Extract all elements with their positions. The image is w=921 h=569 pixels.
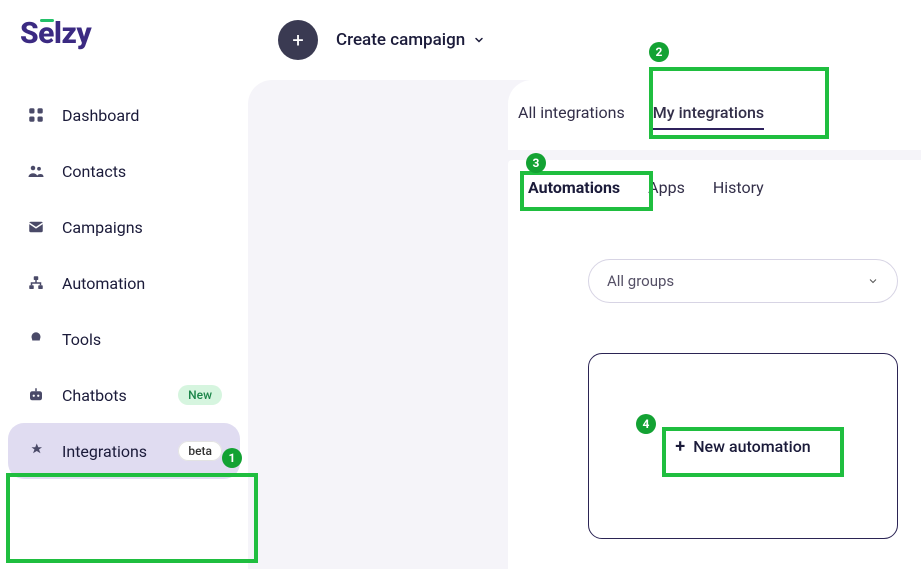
sub-tabs: Automations Apps History	[528, 178, 911, 197]
sub-tab-label: History	[713, 178, 764, 197]
sidebar-item-label: Chatbots	[62, 386, 127, 405]
sidebar-item-label: Automation	[62, 274, 145, 293]
sidebar-item-chatbots[interactable]: Chatbots New	[8, 367, 240, 423]
sidebar-item-contacts[interactable]: Contacts	[8, 143, 240, 199]
badge-beta: beta	[178, 441, 222, 461]
automation-card: + New automation	[588, 353, 898, 539]
sub-tab-history[interactable]: History	[713, 178, 764, 197]
sidebar-item-integrations[interactable]: Integrations beta	[8, 423, 240, 479]
sidebar-item-label: Campaigns	[62, 218, 143, 237]
new-automation-button[interactable]: + New automation	[675, 436, 810, 457]
campaigns-icon	[26, 217, 46, 237]
plus-icon: +	[675, 436, 685, 457]
tab-all-integrations[interactable]: All integrations	[518, 103, 625, 130]
sidebar: Selzy Dashboard Contacts Campaigns	[0, 0, 248, 569]
sidebar-item-tools[interactable]: Tools	[8, 311, 240, 367]
create-campaign-label: Create campaign	[336, 30, 465, 50]
chatbots-icon	[26, 385, 46, 405]
tabs-top: All integrations My integrations	[508, 80, 921, 150]
groups-select-label: All groups	[607, 272, 674, 290]
chevron-down-icon	[473, 34, 485, 46]
sidebar-item-label: Tools	[62, 330, 101, 349]
main-area: + Create campaign All integrations My in…	[248, 80, 921, 569]
new-automation-label: New automation	[693, 437, 810, 456]
panel: Automations Apps History All groups +	[508, 160, 921, 569]
sub-tab-automations[interactable]: Automations	[528, 178, 620, 197]
automation-icon	[26, 273, 46, 293]
groups-select[interactable]: All groups	[588, 259, 898, 303]
dashboard-icon	[26, 105, 46, 125]
sidebar-item-label: Integrations	[62, 442, 147, 461]
sub-tab-label: Apps	[648, 178, 685, 197]
content-area: All integrations My integrations Automat…	[508, 80, 921, 569]
sidebar-item-label: Dashboard	[62, 106, 139, 125]
sub-tab-apps[interactable]: Apps	[648, 178, 685, 197]
create-campaign-plus-button[interactable]: +	[278, 20, 318, 60]
contacts-icon	[26, 161, 46, 181]
nav-list: Dashboard Contacts Campaigns Automation	[8, 87, 240, 479]
brand-logo: Selzy	[20, 16, 228, 51]
tab-label: My integrations	[653, 103, 764, 122]
sidebar-item-automation[interactable]: Automation	[8, 255, 240, 311]
tab-label: All integrations	[518, 103, 625, 122]
chevron-down-icon	[867, 275, 879, 287]
sidebar-item-label: Contacts	[62, 162, 126, 181]
sidebar-item-dashboard[interactable]: Dashboard	[8, 87, 240, 143]
sub-tab-label: Automations	[528, 178, 620, 197]
integrations-icon	[26, 441, 46, 461]
create-campaign-link[interactable]: Create campaign	[336, 30, 485, 50]
sidebar-item-campaigns[interactable]: Campaigns	[8, 199, 240, 255]
tools-icon	[26, 329, 46, 349]
topbar: + Create campaign	[278, 20, 485, 60]
badge-new: New	[178, 385, 222, 405]
tab-my-integrations[interactable]: My integrations	[653, 103, 764, 130]
